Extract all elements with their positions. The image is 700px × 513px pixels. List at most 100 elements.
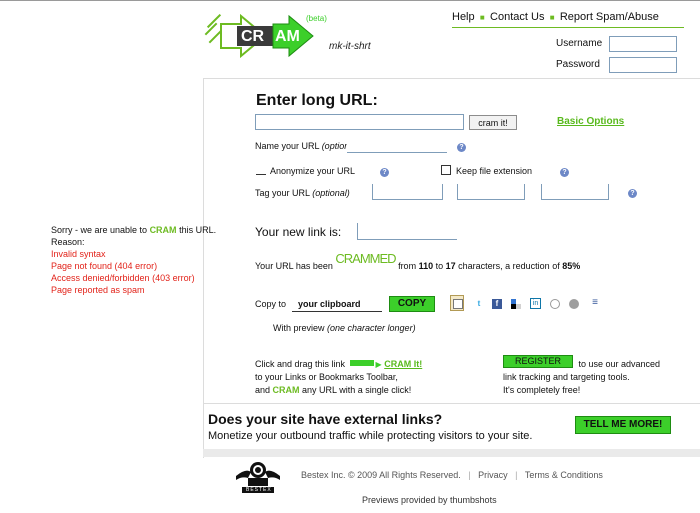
name-url-label: Name your URL (optional) [255,141,359,151]
password-field[interactable] [609,57,677,73]
copy-button[interactable]: COPY [389,296,435,312]
error-item: Access denied/forbidden (403 error) [51,273,195,283]
register-line1: to use our advanced [503,358,661,371]
keep-extension-checkbox[interactable] [441,165,451,175]
register-text: to use our advanced [576,359,661,369]
friendfeed-icon[interactable]: ≡ [590,298,600,308]
tag-input-1[interactable] [372,184,443,200]
logo-text-right: AM [275,28,300,45]
footer-separator: | [463,470,476,480]
error-item: Page reported as spam [51,285,145,295]
copy-destination-select[interactable]: your clipboard [292,296,382,312]
footer-links: Bestex Inc. © 2009 All Rights Reserved. … [301,470,603,480]
error-item: Page not found (404 error) [51,261,158,271]
summary-prefix: Your URL has been [255,261,336,271]
keep-extension-help-icon[interactable]: ? [560,168,569,177]
reduction-percent: 85% [562,261,581,271]
bestex-logo-text: BESTEX [246,487,272,493]
logo-text-left: CR [241,28,265,45]
username-field[interactable] [609,36,677,52]
register-line2: link tracking and targeting tools. [503,372,630,382]
register-promo: to use our advanced link tracking and ta… [503,358,660,397]
crammed-word: CRAMMED [335,251,396,266]
to-count: 17 [445,261,456,271]
new-link-label: Your new link is: [255,225,342,239]
bookmarklet-line3-suffix: any URL with a single click! [299,385,412,395]
long-url-input[interactable] [255,114,464,130]
tag-url-text: Tag your URL [255,188,313,198]
anonymize-checkbox[interactable] [256,165,266,175]
preview-text: With preview [273,323,328,333]
footer-separator: | [510,470,523,480]
copy-to-label: Copy to [255,299,287,309]
username-label: Username [556,38,603,49]
tagline: mk-it-shrt [329,41,371,52]
bestex-logo[interactable]: BESTEX [234,458,284,494]
bookmarklet-text: Click and drag this link [255,359,348,369]
top-nav: Help ■ Contact Us ■ Report Spam/Abuse [452,11,659,23]
from-count: 110 [418,261,434,271]
arrow-right-icon [349,360,374,366]
error-intro-cram: CRAM [149,225,177,235]
facebook-icon[interactable]: f [492,299,502,309]
summary-mid: from [395,261,419,271]
external-section-divider [203,403,700,404]
bookmarklet-line3-cram: CRAM [272,385,300,395]
external-subheading: Monetize your outbound traffic while pro… [208,430,533,442]
footer-top-divider [203,449,700,457]
error-reason: Reason: [51,237,85,247]
top-rule [0,0,700,1]
tag-input-3[interactable] [541,184,609,200]
error-item: Invalid syntax [51,249,106,259]
name-url-text: Name your URL [255,141,322,151]
preview-label: With preview (one character longer) [273,323,416,333]
copyright: Bestex Inc. © 2009 All Rights Reserved. [301,470,461,480]
bookmarklet-line3: and CRAM any URL with a single click! [255,384,422,397]
bookmarklet-line3-prefix: and [255,385,273,395]
tag-help-icon[interactable]: ? [628,189,637,198]
cram-logo[interactable]: CR AM [203,13,323,59]
beta-label: (beta) [306,14,327,23]
cram-it-button[interactable]: cram it! [469,115,517,130]
bookmarklet-line2: to your Links or Bookmarks Toolbar, [255,372,398,382]
summary-suffix: characters, a reduction of [455,261,563,271]
bookmarklet-line1: Click and drag this link ▶ CRAM It! [255,358,422,371]
delicious-icon[interactable] [511,299,521,309]
error-intro-prefix: Sorry - we are unable to [51,225,150,235]
main-box-top-border [203,78,700,79]
new-link-field[interactable] [357,223,457,240]
nav-report-spam[interactable]: Report Spam/Abuse [560,11,659,23]
nav-separator: ■ [547,13,557,22]
digg-icon[interactable] [550,299,560,309]
name-help-icon[interactable]: ? [457,143,466,152]
thumbshots-credit[interactable]: Previews provided by thumbshots [362,495,497,505]
anonymize-help-icon[interactable]: ? [380,168,389,177]
terms-link[interactable]: Terms & Conditions [525,470,603,480]
clipboard-icon[interactable] [450,295,464,311]
tell-me-more-button[interactable]: TELL ME MORE! [575,416,671,434]
error-panel: Sorry - we are unable to CRAM this URL. … [51,224,246,296]
enter-url-heading: Enter long URL: [256,92,378,109]
privacy-link[interactable]: Privacy [478,470,508,480]
error-intro-suffix: this URL. [176,225,217,235]
preview-note: (one character longer) [327,323,416,333]
nav-contact[interactable]: Contact Us [490,11,544,23]
cram-it-bookmarklet-link[interactable]: CRAM It! [384,359,422,369]
summary-to: to [433,261,446,271]
external-heading: Does your site have external links? [208,411,443,427]
stumbleupon-icon[interactable] [569,299,579,309]
tag-input-2[interactable] [457,184,525,200]
bookmarklet-promo: Click and drag this link ▶ CRAM It! to y… [255,358,422,397]
reduction-summary: Your URL has been CRAMMED from 110 to 17… [255,251,581,272]
tag-url-label: Tag your URL (optional) [255,188,350,198]
name-url-input[interactable] [347,139,447,153]
arrow-head-icon: ▶ [375,360,382,369]
nav-help[interactable]: Help [452,11,475,23]
twitter-icon[interactable]: t [474,299,484,309]
password-label: Password [556,59,600,70]
basic-options-link[interactable]: Basic Options [557,116,624,127]
linkedin-icon[interactable]: in [530,298,541,309]
tag-url-optional: (optional) [312,188,350,198]
register-line3: It's completely free! [503,385,581,395]
nav-separator: ■ [477,13,487,22]
